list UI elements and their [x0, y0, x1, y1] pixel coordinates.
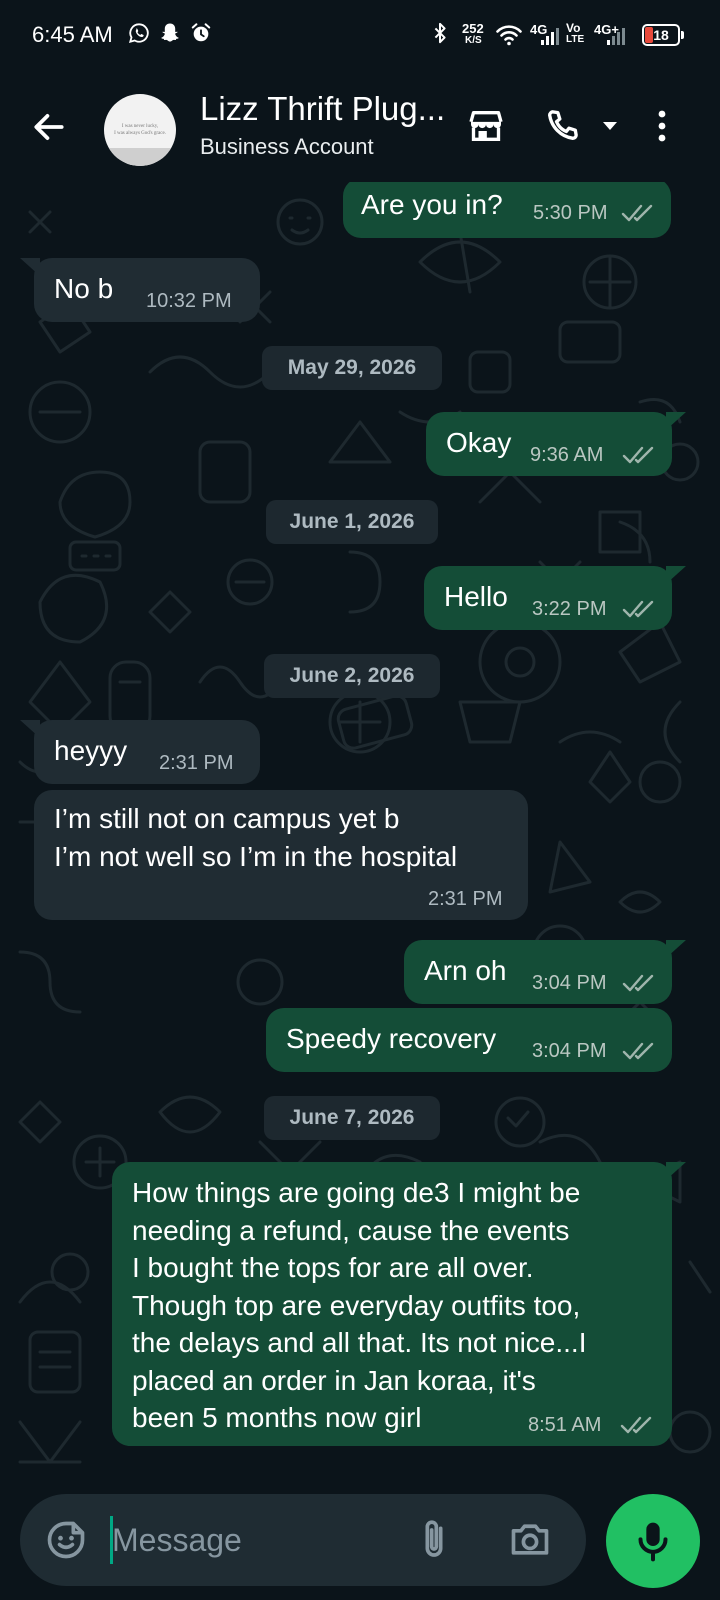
message-input[interactable]	[112, 1520, 402, 1560]
message-bubble-outgoing[interactable]: Hello 3:22 PM	[424, 566, 672, 630]
message-text: No b	[54, 273, 114, 304]
message-time: 3:04 PM	[532, 1040, 607, 1062]
phone-icon[interactable]	[542, 106, 582, 146]
contact-name[interactable]: Lizz Thrift Plug...	[200, 90, 460, 128]
more-vert-icon[interactable]	[650, 106, 674, 146]
mic-icon	[638, 1522, 668, 1562]
bubble-tail	[666, 566, 686, 584]
attach-icon[interactable]	[414, 1516, 454, 1564]
volte-label-top: Vo	[566, 21, 581, 35]
avatar-text-2: I was always God's grace.	[114, 131, 166, 136]
sticker-icon[interactable]	[44, 1518, 88, 1562]
dropdown-icon[interactable]	[600, 118, 620, 134]
net-speed-value: 252	[462, 21, 484, 36]
date-separator: June 7, 2026	[264, 1096, 440, 1140]
message-text: heyyy	[54, 735, 128, 766]
message-bubble-outgoing[interactable]: Arn oh 3:04 PM	[404, 940, 672, 1004]
mic-button[interactable]	[606, 1494, 700, 1588]
bluetooth-icon	[434, 22, 446, 44]
chat-area[interactable]: Are you in? 5:30 PM No b 10:32 PM May 29…	[0, 182, 720, 1482]
message-time: 10:32 PM	[146, 290, 232, 312]
bubble-tail	[666, 412, 686, 430]
message-bubble-outgoing[interactable]: Are you in? 5:30 PM	[343, 182, 671, 238]
message-time: 3:04 PM	[532, 972, 607, 994]
message-time: 3:22 PM	[532, 598, 607, 620]
camera-icon[interactable]	[508, 1518, 552, 1562]
read-ticks-icon	[622, 600, 654, 618]
back-arrow-icon[interactable]	[30, 108, 68, 146]
message-text: How things are going de3 I might be need…	[132, 1177, 587, 1433]
signal-icon	[541, 28, 559, 45]
message-bubble-incoming[interactable]: I’m still not on campus yet b I’m not we…	[34, 790, 528, 920]
battery-icon: 18	[642, 24, 680, 46]
message-time: 2:31 PM	[159, 752, 234, 774]
message-bubble-incoming[interactable]: heyyy 2:31 PM	[34, 720, 260, 784]
battery-level: 18	[653, 27, 669, 43]
status-time: 6:45 AM	[32, 22, 113, 47]
message-time: 8:51 AM	[528, 1414, 602, 1436]
status-bar: 6:45 AM 252 K/S 4G Vo LTE 4G+ 18	[0, 0, 720, 72]
date-separator: May 29, 2026	[262, 346, 442, 390]
chat-header: I was never lucky, I was always God's gr…	[0, 72, 720, 182]
contact-subtitle: Business Account	[200, 134, 374, 159]
read-ticks-icon	[622, 1042, 654, 1060]
signal-icon-2	[607, 28, 625, 45]
date-separator: June 1, 2026	[266, 500, 438, 544]
read-ticks-icon	[622, 446, 654, 464]
avatar-text-1: I was never lucky,	[121, 124, 159, 129]
wifi-icon	[496, 25, 522, 46]
message-bubble-outgoing[interactable]: Speedy recovery 3:04 PM	[266, 1008, 672, 1072]
message-text: Okay	[446, 427, 512, 458]
avatar[interactable]: I was never lucky, I was always God's gr…	[104, 94, 176, 166]
message-time: 9:36 AM	[530, 444, 604, 466]
message-text: I’m still not on campus yet b I’m not we…	[54, 803, 458, 872]
bubble-tail	[20, 720, 40, 738]
message-time: 5:30 PM	[533, 202, 608, 224]
message-text: Are you in?	[361, 189, 503, 220]
message-time: 2:31 PM	[428, 888, 503, 910]
message-bubble-incoming[interactable]: No b 10:32 PM	[34, 258, 260, 322]
bubble-tail	[20, 258, 40, 276]
read-ticks-icon	[621, 204, 653, 222]
net-speed-unit: K/S	[465, 35, 482, 46]
whatsapp-icon	[128, 23, 149, 44]
store-icon[interactable]	[466, 106, 506, 146]
message-text: Hello	[444, 581, 508, 612]
read-ticks-icon	[622, 974, 654, 992]
message-text: Arn oh	[424, 955, 507, 986]
date-separator: June 2, 2026	[264, 654, 440, 698]
bubble-tail	[666, 940, 686, 958]
message-bubble-outgoing[interactable]: How things are going de3 I might be need…	[112, 1162, 672, 1446]
alarm-icon	[191, 23, 211, 42]
bubble-tail	[666, 1162, 686, 1180]
read-ticks-icon	[620, 1416, 652, 1434]
snapchat-icon	[161, 23, 179, 42]
message-text: Speedy recovery	[286, 1023, 497, 1054]
message-composer	[20, 1494, 586, 1586]
message-bubble-outgoing[interactable]: Okay 9:36 AM	[426, 412, 672, 476]
volte-label-bottom: LTE	[566, 34, 585, 45]
